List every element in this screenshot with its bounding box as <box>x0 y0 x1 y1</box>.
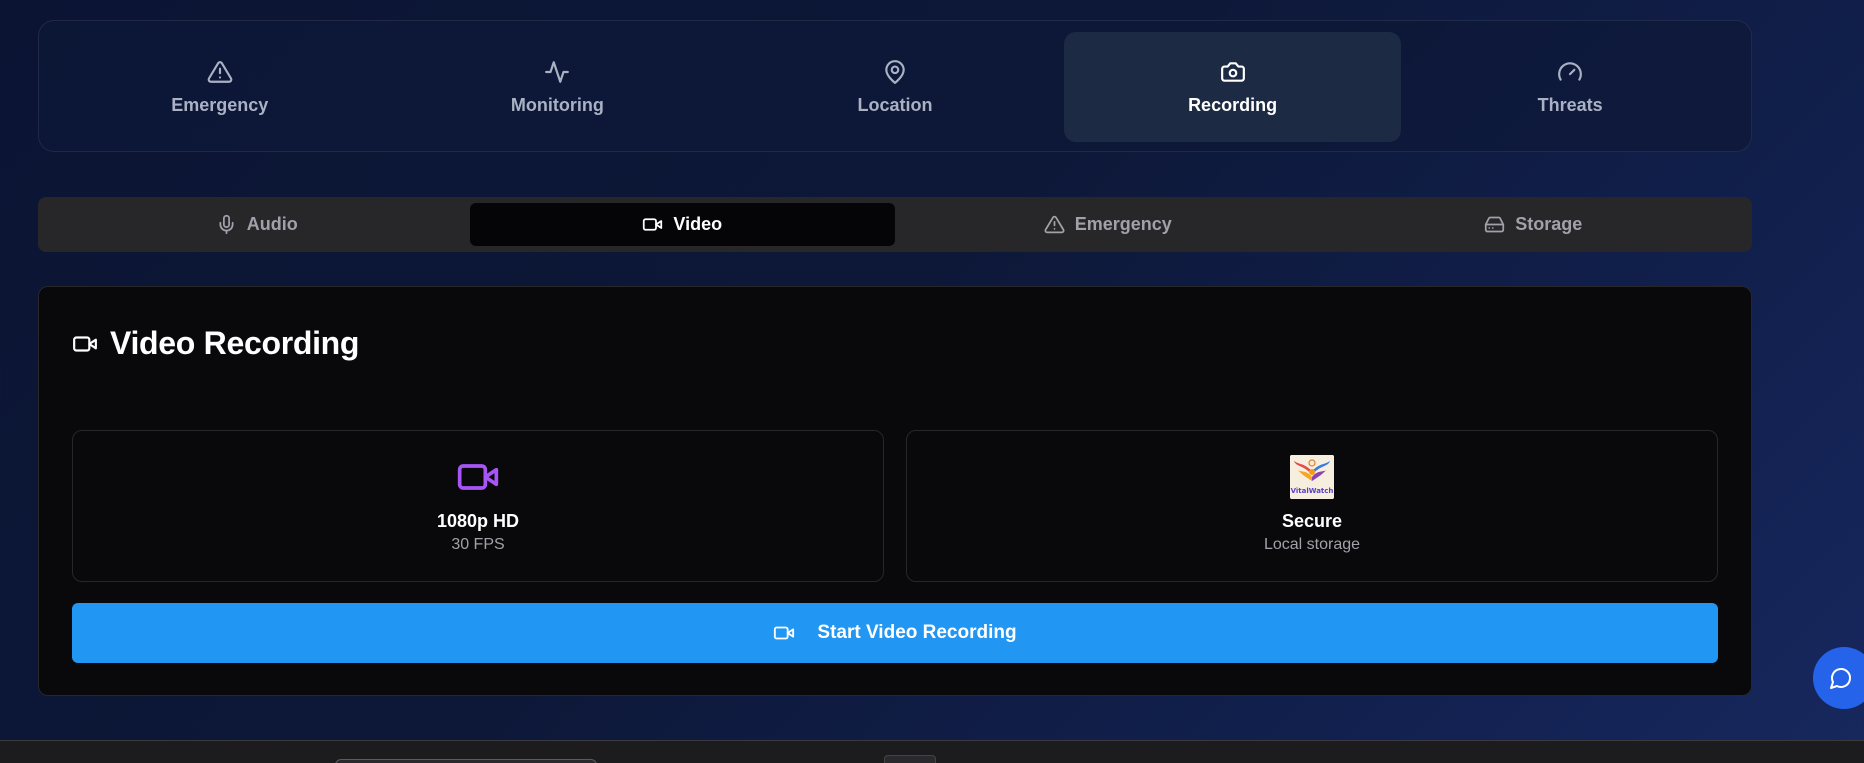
top-nav: Emergency Monitoring Location Recording … <box>38 20 1752 152</box>
tab-label: Audio <box>246 214 298 234</box>
nav-item-recording[interactable]: Recording <box>1063 32 1402 142</box>
nav-item-label: Location <box>857 94 933 115</box>
nav-item-threats[interactable]: Threats <box>1401 32 1739 142</box>
card-title: Video Recording <box>110 325 360 361</box>
logo-text: VitalWatch <box>1291 487 1334 495</box>
nav-item-label: Emergency <box>171 94 269 115</box>
video-icon <box>73 335 97 352</box>
feature-row: 1080p HD 30 FPS VitalWatch Secure Local … <box>72 430 1718 582</box>
start-button-label: Start Video Recording <box>817 622 1017 643</box>
scrollbar-thumb[interactable] <box>335 759 597 763</box>
alert-triangle-icon <box>1044 215 1065 234</box>
feature-subtitle: Local storage <box>1263 536 1361 553</box>
card-header: Video Recording <box>72 325 359 362</box>
tab-label: Storage <box>1515 214 1583 234</box>
tab-audio[interactable]: Audio <box>44 203 470 246</box>
start-video-recording-button[interactable]: Start Video Recording <box>72 603 1718 663</box>
feature-resolution: 1080p HD 30 FPS <box>72 430 884 582</box>
tab-label: Emergency <box>1074 214 1172 234</box>
nav-item-monitoring[interactable]: Monitoring <box>389 32 727 142</box>
video-icon <box>774 626 795 640</box>
feature-title: 1080p HD <box>436 511 520 531</box>
feature-subtitle: 30 FPS <box>451 536 505 553</box>
feature-title: Secure <box>1281 511 1343 531</box>
nav-item-label: Threats <box>1537 94 1603 115</box>
hard-drive-icon <box>1485 216 1505 233</box>
feature-secure: VitalWatch Secure Local storage <box>906 430 1718 582</box>
tab-video[interactable]: Video <box>469 203 895 246</box>
tab-storage[interactable]: Storage <box>1321 203 1747 246</box>
nav-item-label: Recording <box>1188 94 1278 115</box>
nav-item-emergency[interactable]: Emergency <box>51 32 389 142</box>
nav-item-location[interactable]: Location <box>726 32 1064 142</box>
tab-emergency[interactable]: Emergency <box>895 203 1321 246</box>
recording-tabs: Audio Video Emergency Storage <box>38 197 1752 252</box>
gauge-icon <box>1558 61 1583 81</box>
bottom-handle <box>884 755 936 763</box>
message-circle-icon <box>1830 668 1851 689</box>
alert-triangle-icon <box>207 60 233 83</box>
chat-button[interactable] <box>1813 647 1864 709</box>
map-pin-icon <box>885 59 905 84</box>
app-logo: VitalWatch <box>1290 455 1334 499</box>
nav-item-label: Monitoring <box>510 94 604 115</box>
tab-label: Video <box>673 214 723 234</box>
video-icon <box>456 455 500 499</box>
camera-icon <box>1220 61 1245 82</box>
bottom-bar <box>0 740 1864 763</box>
video-recording-card: Video Recording 1080p HD 30 FPS VitalWat <box>38 286 1752 696</box>
video-icon <box>643 218 663 231</box>
activity-icon <box>545 60 570 83</box>
mic-icon <box>219 214 234 235</box>
